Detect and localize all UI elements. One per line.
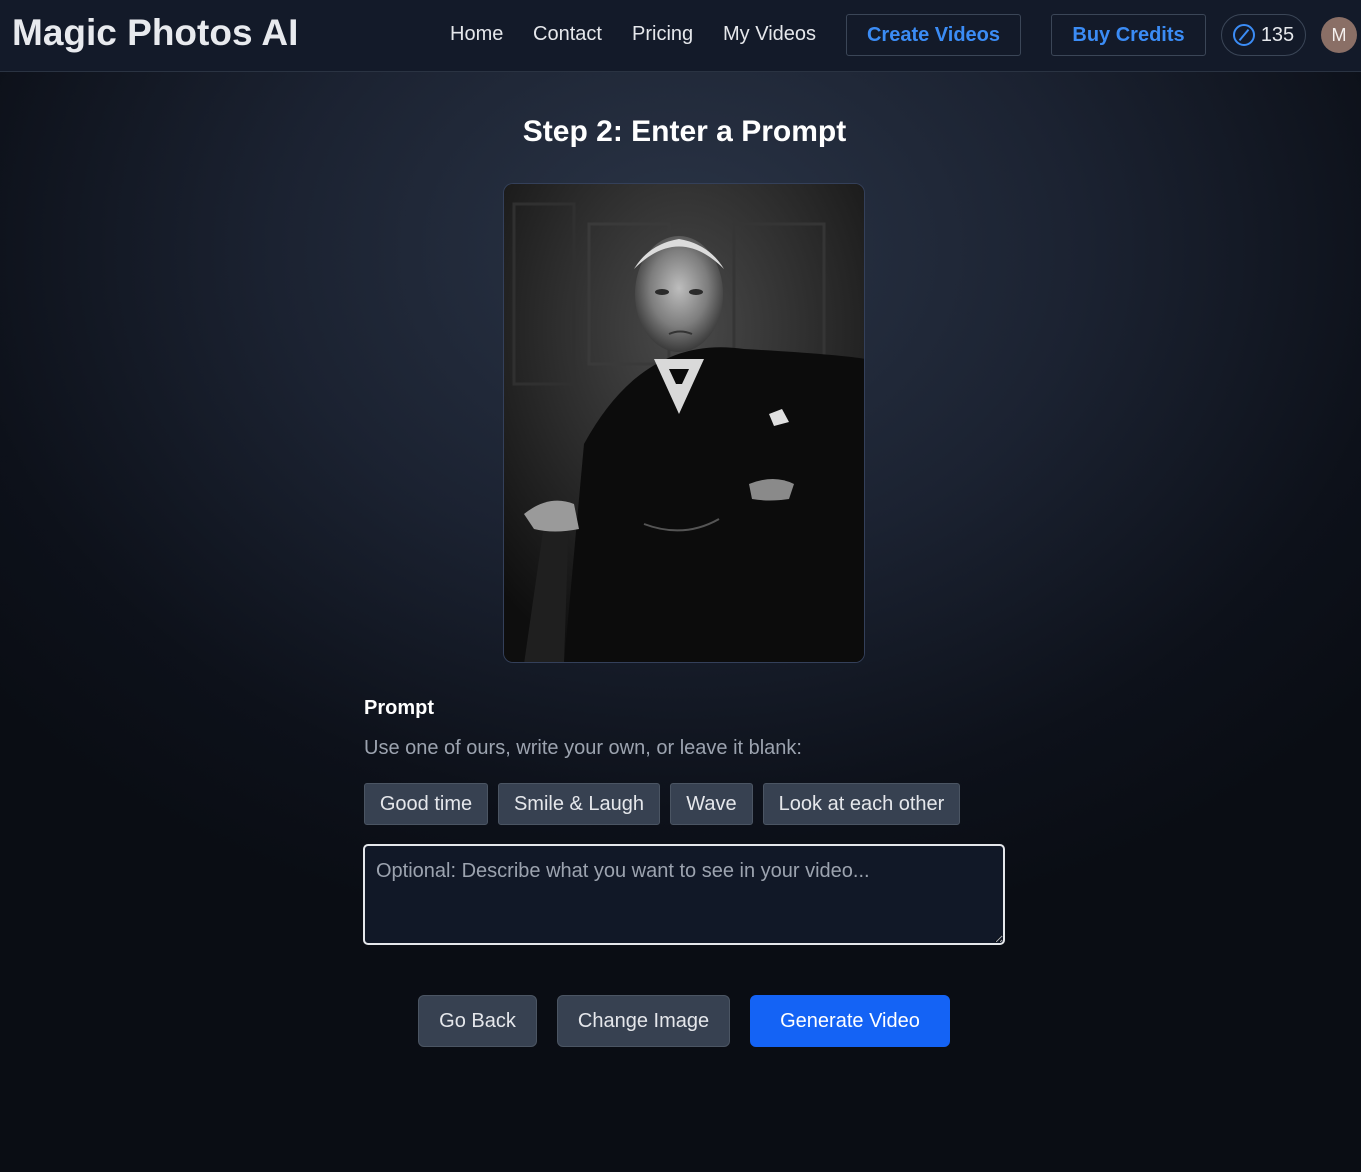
credit-coin-icon bbox=[1232, 24, 1255, 46]
change-image-button[interactable]: Change Image bbox=[557, 995, 730, 1047]
prompt-label: Prompt bbox=[364, 697, 434, 719]
top-navbar: Magic Photos AI Home Contact Pricing My … bbox=[0, 0, 1361, 72]
create-videos-button[interactable]: Create Videos bbox=[846, 14, 1021, 56]
prompt-chip-look-at-each-other[interactable]: Look at each other bbox=[763, 783, 960, 825]
prompt-chip-smile-laugh[interactable]: Smile & Laugh bbox=[498, 783, 660, 825]
nav-my-videos-link[interactable]: My Videos bbox=[723, 23, 816, 46]
nav-pricing-link[interactable]: Pricing bbox=[632, 23, 693, 46]
generate-video-button[interactable]: Generate Video bbox=[750, 995, 950, 1047]
buy-credits-button[interactable]: Buy Credits bbox=[1051, 14, 1206, 56]
nav-home-link[interactable]: Home bbox=[450, 23, 503, 46]
brand-logo[interactable]: Magic Photos AI bbox=[12, 12, 298, 54]
credits-badge[interactable]: 135 bbox=[1221, 14, 1306, 56]
prompt-chip-good-time[interactable]: Good time bbox=[364, 783, 488, 825]
credits-count: 135 bbox=[1260, 23, 1295, 46]
prompt-chip-wave[interactable]: Wave bbox=[670, 783, 753, 825]
go-back-button[interactable]: Go Back bbox=[418, 995, 537, 1047]
nav-contact-link[interactable]: Contact bbox=[533, 23, 602, 46]
prompt-textarea[interactable] bbox=[363, 844, 1005, 945]
user-avatar[interactable]: M bbox=[1321, 17, 1357, 53]
portrait-image bbox=[504, 184, 864, 662]
page-title: Step 2: Enter a Prompt bbox=[522, 115, 847, 148]
uploaded-photo bbox=[503, 183, 865, 663]
prompt-helper-text: Use one of ours, write your own, or leav… bbox=[364, 737, 802, 759]
